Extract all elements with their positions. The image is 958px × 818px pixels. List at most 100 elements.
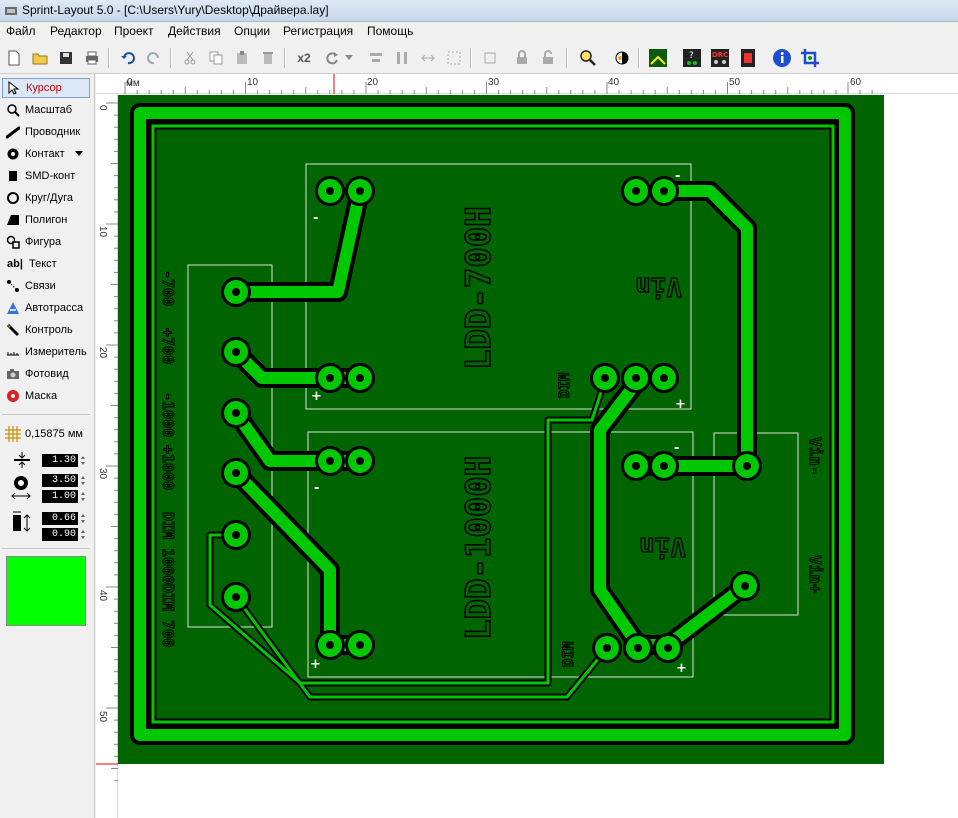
scissors-icon bbox=[184, 51, 196, 65]
transparency-button[interactable] bbox=[610, 46, 634, 70]
spin-icon[interactable] bbox=[80, 454, 86, 467]
cut-button[interactable] bbox=[178, 46, 202, 70]
tool-track[interactable]: Проводник bbox=[2, 122, 90, 142]
group-button[interactable] bbox=[442, 46, 466, 70]
spin-icon[interactable] bbox=[80, 474, 86, 487]
tool-cursor[interactable]: Курсор bbox=[2, 78, 90, 98]
spin-icon[interactable] bbox=[80, 490, 86, 503]
tool-measure-label: Измеритель bbox=[25, 346, 87, 358]
board-background[interactable] bbox=[118, 95, 884, 764]
menu-options[interactable]: Опции bbox=[234, 24, 270, 38]
cursor-icon bbox=[8, 81, 20, 95]
tool-test-label: Контроль bbox=[25, 324, 73, 336]
pad-hole bbox=[660, 462, 668, 470]
tool-smd[interactable]: SMD-конт bbox=[2, 166, 90, 186]
smd-width-field[interactable]: 0.66 bbox=[42, 512, 78, 525]
label-dim-2: DIM bbox=[561, 642, 577, 667]
label-left-col-3: -1000 bbox=[159, 392, 177, 437]
copy-icon bbox=[209, 51, 223, 65]
component-button[interactable] bbox=[478, 46, 502, 70]
menu-actions[interactable]: Действия bbox=[168, 24, 221, 38]
ruler-label: 40 bbox=[608, 77, 620, 88]
paste-button[interactable] bbox=[230, 46, 254, 70]
flip-button[interactable] bbox=[416, 46, 440, 70]
test-button[interactable]: ? bbox=[680, 46, 704, 70]
menu-file[interactable]: Файл bbox=[6, 24, 36, 38]
pad-hole bbox=[356, 374, 364, 382]
autorouter-button[interactable] bbox=[646, 46, 670, 70]
tool-connections[interactable]: Связи bbox=[2, 276, 90, 296]
distribute-icon bbox=[397, 52, 407, 64]
tool-polygon[interactable]: Полигон bbox=[2, 210, 90, 230]
smd-height-field[interactable]: 0.90 bbox=[42, 528, 78, 541]
pad-hole bbox=[632, 374, 640, 382]
mask-icon bbox=[7, 390, 19, 402]
tool-circle[interactable]: Круг/Дуга bbox=[2, 188, 90, 208]
tool-zoom[interactable]: Масштаб bbox=[2, 100, 90, 120]
label-vin-2: Vin bbox=[639, 531, 686, 561]
menu-project[interactable]: Проект bbox=[114, 24, 154, 38]
new-file-button[interactable] bbox=[2, 46, 26, 70]
label-left-col-1: -700 bbox=[159, 270, 177, 306]
macro-button[interactable] bbox=[736, 46, 760, 70]
mirror-button[interactable]: x2 bbox=[292, 46, 316, 70]
rotate-dropdown[interactable] bbox=[342, 46, 356, 70]
pad-hole bbox=[232, 409, 240, 417]
pad-hole bbox=[232, 593, 240, 601]
mark-plus-3: + bbox=[310, 657, 321, 672]
tool-pad[interactable]: Контакт bbox=[2, 144, 90, 164]
track-width-field[interactable]: 1.30 bbox=[42, 454, 78, 467]
ruler-label: 10 bbox=[247, 77, 259, 88]
crop-button[interactable] bbox=[798, 46, 822, 70]
pad-outer-field[interactable]: 3.50 bbox=[42, 474, 78, 487]
drc-button[interactable]: DRC bbox=[708, 46, 732, 70]
pad-hole bbox=[326, 457, 334, 465]
delete-button[interactable] bbox=[256, 46, 280, 70]
tool-text[interactable]: ab| Текст bbox=[2, 254, 90, 274]
zoom-button[interactable] bbox=[576, 46, 600, 70]
print-button[interactable] bbox=[80, 46, 104, 70]
tool-smd-label: SMD-конт bbox=[25, 170, 76, 182]
mark-minus-1: - bbox=[313, 211, 318, 226]
open-button[interactable] bbox=[28, 46, 52, 70]
tool-mask[interactable]: Маска bbox=[2, 386, 90, 406]
copy-button[interactable] bbox=[204, 46, 228, 70]
unlock-button[interactable] bbox=[536, 46, 560, 70]
grid-setting[interactable]: 0,15875 мм bbox=[2, 424, 90, 444]
mark-minus-4: - bbox=[674, 441, 679, 456]
distribute-button[interactable] bbox=[390, 46, 414, 70]
layer-color-swatch[interactable] bbox=[6, 556, 86, 626]
menu-editor[interactable]: Редактор bbox=[50, 24, 102, 38]
grid-icon bbox=[5, 426, 21, 442]
tool-measure[interactable]: Измеритель bbox=[2, 342, 90, 362]
align-button[interactable] bbox=[364, 46, 388, 70]
tool-photoview[interactable]: Фотовид bbox=[2, 364, 90, 384]
label-left-col-4: +1000 bbox=[159, 445, 177, 490]
spin-icon[interactable] bbox=[80, 512, 86, 525]
lock-button[interactable] bbox=[510, 46, 534, 70]
tool-autoroute[interactable]: Автотрасса bbox=[2, 298, 90, 318]
magnifier-icon bbox=[580, 50, 596, 66]
ruler-label: 20 bbox=[97, 347, 108, 359]
divider bbox=[2, 414, 90, 415]
menu-registration[interactable]: Регистрация bbox=[283, 24, 353, 38]
title-bar: Sprint-Layout 5.0 - [C:\Users\Yury\Deskt… bbox=[0, 0, 958, 22]
redo-button[interactable] bbox=[142, 46, 166, 70]
pad-hole bbox=[660, 187, 668, 195]
info-button[interactable] bbox=[770, 46, 794, 70]
undo-button[interactable] bbox=[116, 46, 140, 70]
pad-hole bbox=[660, 374, 668, 382]
label-left-col-6: DIM 700 bbox=[159, 584, 177, 647]
tool-shape[interactable]: Фигура bbox=[2, 232, 90, 252]
mark-plus-4: + bbox=[676, 661, 687, 676]
menu-bar: Файл Редактор Проект Действия Опции Реги… bbox=[0, 22, 958, 42]
save-button[interactable] bbox=[54, 46, 78, 70]
pad-inner-field[interactable]: 1.00 bbox=[42, 490, 78, 503]
tool-test[interactable]: Контроль bbox=[2, 320, 90, 340]
tool-mask-label: Маска bbox=[25, 390, 58, 402]
spin-icon[interactable] bbox=[80, 528, 86, 541]
contrast-icon bbox=[615, 51, 629, 65]
chevron-down-icon[interactable] bbox=[74, 151, 83, 157]
rotate-button[interactable] bbox=[320, 46, 344, 70]
menu-help[interactable]: Помощь bbox=[367, 24, 413, 38]
